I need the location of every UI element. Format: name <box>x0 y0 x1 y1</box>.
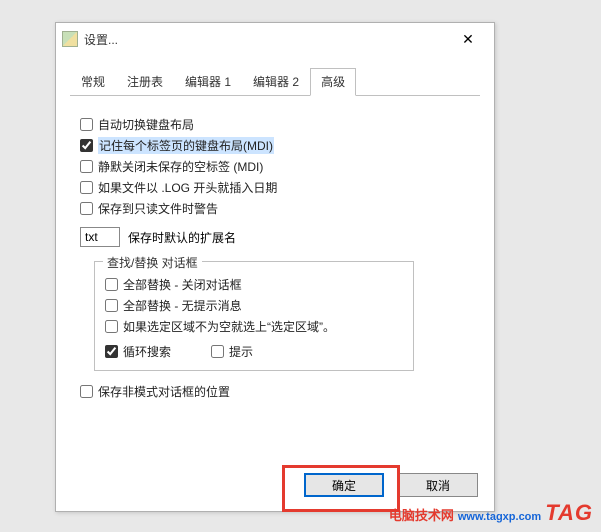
label-replace-close: 全部替换 - 关闭对话框 <box>123 276 242 293</box>
tab-registry[interactable]: 注册表 <box>116 68 174 96</box>
close-button[interactable]: ✕ <box>448 25 488 53</box>
checkbox-replace-close[interactable] <box>105 278 118 291</box>
tab-editor-2[interactable]: 编辑器 2 <box>242 68 310 96</box>
checkbox-auto-switch[interactable] <box>80 118 93 131</box>
opt-log-insert-date[interactable]: 如果文件以 .LOG 开头就插入日期 <box>80 179 470 196</box>
tab-strip: 常规 注册表 编辑器 1 编辑器 2 高级 <box>70 67 480 96</box>
label-auto-select-area: 如果选定区域不为空就选上“选定区域”。 <box>123 318 335 335</box>
label-remember-layout: 记住每个标签页的键盘布局(MDI) <box>98 137 274 154</box>
checkbox-readonly-warn[interactable] <box>80 202 93 215</box>
label-auto-switch: 自动切换键盘布局 <box>98 116 194 133</box>
row-default-ext: 保存时默认的扩展名 <box>80 227 470 247</box>
opt-remember-layout[interactable]: 记住每个标签页的键盘布局(MDI) <box>80 137 470 154</box>
label-hint: 提示 <box>229 343 253 360</box>
checkbox-log-insert-date[interactable] <box>80 181 93 194</box>
checkbox-hint[interactable] <box>211 345 224 358</box>
titlebar: 设置... ✕ <box>56 23 494 55</box>
checkbox-save-dialog-pos[interactable] <box>80 385 93 398</box>
checkbox-auto-select-area[interactable] <box>105 320 118 333</box>
watermark-cn: 电脑技术网 <box>389 505 454 524</box>
watermark: 电脑技术网 www.tagxp.com TAG <box>389 500 593 526</box>
cancel-button[interactable]: 取消 <box>398 473 478 497</box>
label-readonly-warn: 保存到只读文件时警告 <box>98 200 218 217</box>
opt-auto-switch[interactable]: 自动切换键盘布局 <box>80 116 470 133</box>
ok-button[interactable]: 确定 <box>304 473 384 497</box>
opt-replace-nomsg[interactable]: 全部替换 - 无提示消息 <box>105 297 403 314</box>
dialog-body: 常规 注册表 编辑器 1 编辑器 2 高级 自动切换键盘布局 记住每个标签页的键… <box>56 55 494 416</box>
tab-general[interactable]: 常规 <box>70 68 116 96</box>
label-log-insert-date: 如果文件以 .LOG 开头就插入日期 <box>98 179 277 196</box>
label-silent-close: 静默关闭未保存的空标签 (MDI) <box>98 158 263 175</box>
button-bar: 确定 取消 <box>304 473 478 497</box>
close-icon: ✕ <box>462 31 474 48</box>
label-default-ext: 保存时默认的扩展名 <box>128 229 236 246</box>
checkbox-silent-close[interactable] <box>80 160 93 173</box>
group-title: 查找/替换 对话框 <box>103 254 202 271</box>
checkbox-replace-nomsg[interactable] <box>105 299 118 312</box>
input-default-ext[interactable] <box>80 227 120 247</box>
advanced-panel: 自动切换键盘布局 记住每个标签页的键盘布局(MDI) 静默关闭未保存的空标签 (… <box>70 110 480 406</box>
label-save-dialog-pos: 保存非模式对话框的位置 <box>98 383 230 400</box>
watermark-tag: TAG <box>545 500 593 526</box>
watermark-url: www.tagxp.com <box>458 511 541 523</box>
tab-editor-1[interactable]: 编辑器 1 <box>174 68 242 96</box>
settings-window: 设置... ✕ 常规 注册表 编辑器 1 编辑器 2 高级 自动切换键盘布局 记… <box>55 22 495 512</box>
opt-hint[interactable]: 提示 <box>211 343 253 360</box>
opt-save-dialog-pos[interactable]: 保存非模式对话框的位置 <box>80 383 470 400</box>
opt-auto-select-area[interactable]: 如果选定区域不为空就选上“选定区域”。 <box>105 318 403 335</box>
checkbox-remember-layout[interactable] <box>80 139 93 152</box>
opt-silent-close[interactable]: 静默关闭未保存的空标签 (MDI) <box>80 158 470 175</box>
opt-wrap-search[interactable]: 循环搜索 <box>105 343 171 360</box>
opt-readonly-warn[interactable]: 保存到只读文件时警告 <box>80 200 470 217</box>
window-title: 设置... <box>84 31 448 48</box>
opt-replace-close[interactable]: 全部替换 - 关闭对话框 <box>105 276 403 293</box>
group-find-replace: 查找/替换 对话框 全部替换 - 关闭对话框 全部替换 - 无提示消息 如果选定… <box>94 261 414 371</box>
checkbox-wrap-search[interactable] <box>105 345 118 358</box>
label-wrap-search: 循环搜索 <box>123 343 171 360</box>
label-replace-nomsg: 全部替换 - 无提示消息 <box>123 297 242 314</box>
tab-advanced[interactable]: 高级 <box>310 68 356 96</box>
app-icon <box>62 31 78 47</box>
